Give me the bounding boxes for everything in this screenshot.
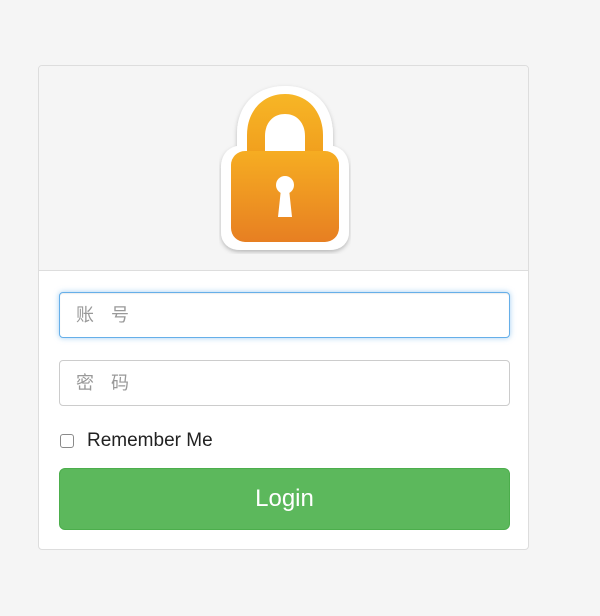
password-input[interactable] <box>59 360 510 406</box>
login-form: Remember Me Login <box>39 271 528 530</box>
lock-icon <box>221 86 349 250</box>
remember-me-row[interactable]: Remember Me <box>59 428 508 454</box>
remember-me-checkbox[interactable] <box>60 434 74 448</box>
login-panel: Remember Me Login <box>38 65 529 550</box>
remember-me-label: Remember Me <box>87 430 213 451</box>
login-button[interactable]: Login <box>59 468 510 530</box>
panel-header <box>39 66 528 271</box>
username-input[interactable] <box>59 292 510 338</box>
